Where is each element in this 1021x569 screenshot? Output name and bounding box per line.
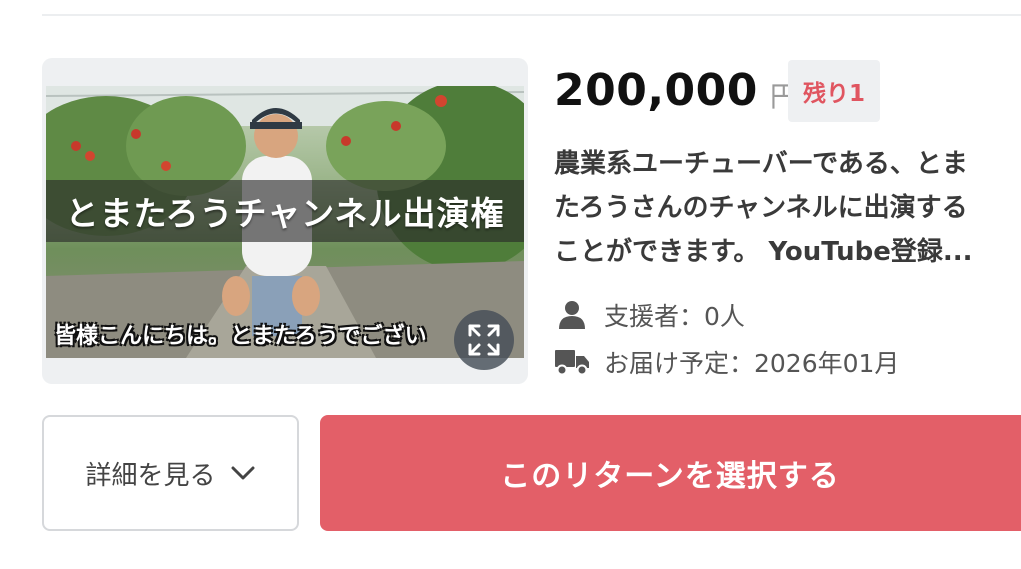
fullscreen-icon (468, 324, 500, 356)
video-subtitle: 皆様こんにちは。とまたろうでござい (54, 324, 427, 349)
top-divider (42, 14, 1021, 16)
description-line: たろうさんのチャンネルに出演する (554, 193, 968, 223)
supporters-row: 支援者：0人 (554, 295, 745, 335)
remaining-badge: 残り1 (788, 60, 880, 122)
truck-icon (554, 344, 590, 380)
supporters-count: 支援者：0人 (604, 302, 745, 331)
select-reward-label: このリターンを選択する (500, 459, 840, 494)
video-overlay-title: とまたろうチャンネル出演権 (65, 194, 505, 233)
delivery-row: お届け予定：2026年01月 (554, 342, 899, 382)
chevron-down-icon (230, 465, 256, 481)
person-icon (554, 297, 590, 333)
details-button[interactable]: 詳細を見る (42, 415, 299, 531)
reward-description: 農業系ユーチューバーである、とま たろうさんのチャンネルに出演する ことができま… (554, 142, 1021, 274)
select-reward-button[interactable]: このリターンを選択する (320, 415, 1021, 531)
description-line: 農業系ユーチューバーである、とま (554, 149, 968, 179)
video-thumbnail[interactable]: とまたろうチャンネル出演権 皆様こんにちは。とまたろうでござい (46, 86, 524, 358)
delivery-date: お届け予定：2026年01月 (604, 349, 900, 378)
description-line: ことができます。 YouTube登録... (554, 237, 973, 267)
fullscreen-button[interactable] (454, 310, 514, 370)
reward-price: 200,000 (554, 64, 758, 116)
price-row: 200,000 円 (554, 58, 798, 122)
details-button-label: 詳細を見る (85, 460, 216, 491)
